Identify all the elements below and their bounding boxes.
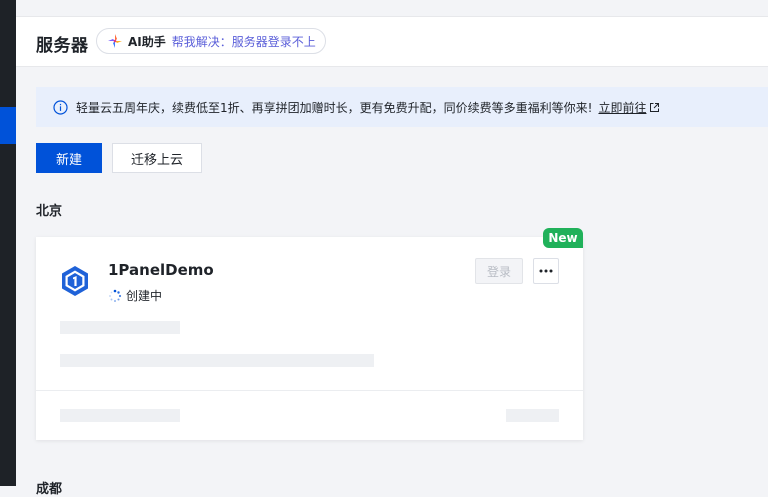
region-title-beijing: 北京: [36, 204, 63, 219]
instance-card[interactable]: New 1PanelDemo 创建中 登录: [36, 228, 583, 440]
migrate-button[interactable]: 迁移上云: [112, 143, 202, 173]
info-icon: [53, 99, 68, 115]
card-divider: [36, 390, 583, 391]
skeleton-line: [60, 354, 374, 367]
page-title: 服务器: [36, 36, 89, 56]
region-title-chengdu: 成都: [36, 482, 63, 497]
notice-link[interactable]: 立即前往: [598, 99, 646, 116]
more-icon: [539, 269, 553, 273]
1panel-logo-icon: [62, 266, 88, 296]
ai-assistant-pill[interactable]: AI助手 帮我解决：服务器登录不上: [96, 28, 326, 54]
loading-spinner-icon: [109, 289, 122, 302]
new-badge: New: [543, 228, 583, 248]
skeleton-line: [60, 321, 180, 334]
notice-text: 轻量云五周年庆，续费低至1折、再享拼团加赠时长，更有免费升配，同价续费等多重福利…: [76, 100, 593, 115]
instance-status-text: 创建中: [126, 289, 163, 303]
skeleton-line: [60, 409, 180, 422]
left-nav-rail: [0, 0, 16, 486]
login-button[interactable]: 登录: [475, 258, 523, 284]
skeleton-line: [506, 409, 559, 422]
instance-name[interactable]: 1PanelDemo: [108, 261, 214, 279]
promo-notice-bar: 轻量云五周年庆，续费低至1折、再享拼团加赠时长，更有免费升配，同价续费等多重福利…: [36, 87, 768, 127]
top-strip: [16, 0, 768, 17]
instance-status: 创建中: [108, 287, 162, 304]
more-button[interactable]: [533, 258, 559, 284]
page-header: 服务器 AI助手 帮我解决：服务器登录不上: [16, 17, 768, 67]
nav-active-marker[interactable]: [0, 107, 16, 144]
create-button[interactable]: 新建: [36, 143, 102, 173]
ai-assistant-icon: [108, 34, 122, 48]
ai-assistant-name: AI助手: [128, 34, 166, 49]
ai-assistant-hint[interactable]: 帮我解决：服务器登录不上: [172, 33, 316, 50]
external-link-icon[interactable]: [649, 102, 660, 113]
